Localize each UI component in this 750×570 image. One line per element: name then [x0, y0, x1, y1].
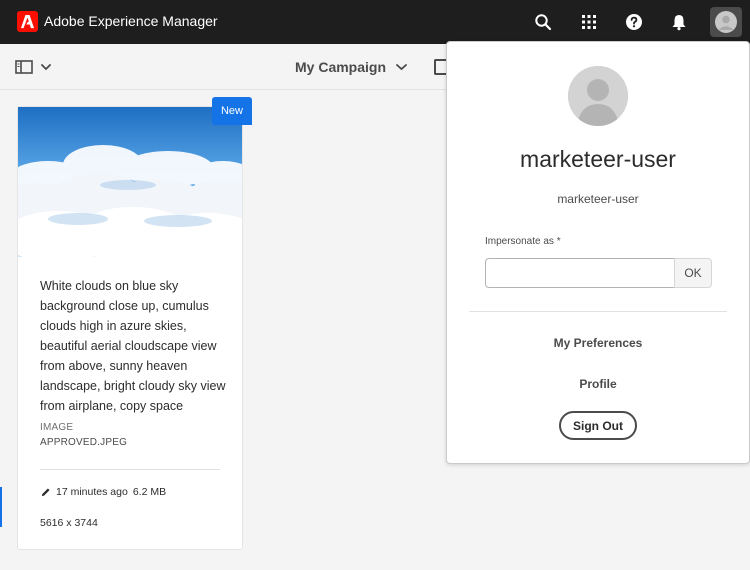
campaign-label: My Campaign	[295, 59, 387, 75]
asset-size: 6.2 MB	[132, 486, 167, 498]
menu-divider	[469, 311, 727, 312]
asset-modified: 17 minutes ago	[56, 486, 128, 498]
user-display-name: marketeer-user	[520, 146, 676, 172]
user-avatar-button[interactable]	[710, 7, 742, 37]
user-avatar-icon	[568, 66, 628, 126]
sidebar-icon	[15, 60, 33, 74]
asset-card[interactable]: New White clouds on blue sky background …	[17, 97, 252, 550]
user-username: marketeer-user	[557, 192, 639, 206]
asset-type: IMAGE	[40, 422, 74, 433]
card-divider	[40, 469, 220, 470]
my-preferences-link[interactable]: My Preferences	[447, 336, 749, 350]
adobe-logo[interactable]	[17, 11, 38, 32]
impersonate-ok-button[interactable]: OK	[674, 258, 712, 288]
user-avatar	[568, 66, 628, 126]
left-edge-indicator	[0, 487, 2, 527]
asset-filename: APPROVED.JPEG	[40, 437, 128, 448]
new-badge: New	[212, 97, 252, 125]
profile-link[interactable]: Profile	[447, 377, 749, 391]
rail-toggle-button[interactable]	[15, 58, 57, 76]
select-icon[interactable]	[434, 59, 446, 75]
impersonate-input[interactable]	[485, 258, 675, 288]
asset-meta: 17 minutes ago 6.2 MB	[40, 486, 166, 498]
chevron-down-icon	[396, 64, 407, 71]
top-bar: Adobe Experience Manager	[0, 0, 750, 44]
impersonate-label: Impersonate as *	[485, 236, 561, 247]
bell-icon[interactable]	[667, 10, 691, 34]
search-icon[interactable]	[531, 10, 555, 34]
sign-out-button[interactable]: Sign Out	[559, 411, 637, 440]
help-icon[interactable]	[622, 10, 646, 34]
user-avatar-icon	[715, 11, 737, 33]
pencil-icon	[41, 487, 50, 496]
campaign-selector[interactable]: My Campaign	[295, 59, 407, 75]
app-title[interactable]: Adobe Experience Manager	[44, 13, 218, 29]
chevron-down-icon	[41, 64, 51, 71]
asset-dimensions: 5616 x 3744	[40, 517, 98, 529]
asset-thumbnail[interactable]	[18, 107, 242, 257]
user-menu-popover: marketeer-user marketeer-user Impersonat…	[446, 41, 750, 464]
apps-grid-icon[interactable]	[577, 10, 601, 34]
asset-title: White clouds on blue sky background clos…	[40, 279, 226, 413]
